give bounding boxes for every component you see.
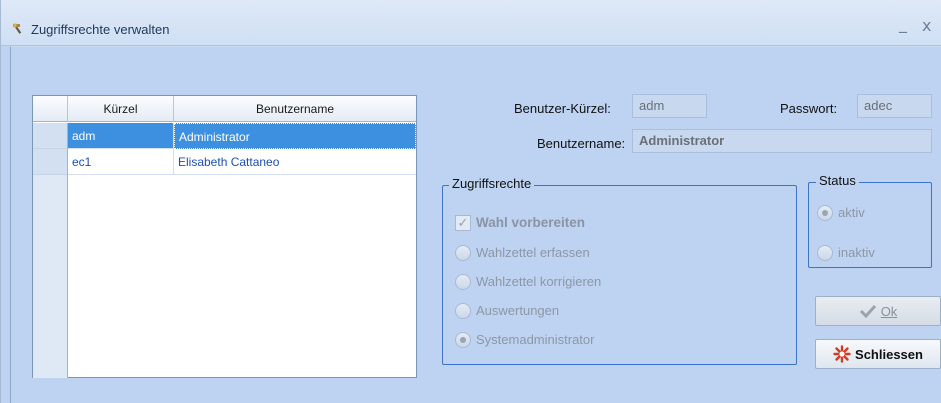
zugriffsrechte-title: Zugriffsrechte	[449, 176, 535, 191]
cell-kuerzel[interactable]: ec1	[68, 149, 174, 175]
row-indicator[interactable]	[33, 149, 68, 175]
cell-kuerzel[interactable]: adm	[68, 123, 174, 149]
radio-inaktiv[interactable]: inaktiv	[817, 244, 917, 262]
kuerzel-label: Benutzer-Kürzel:	[514, 101, 611, 116]
radio-wahlzettel-korrigieren[interactable]: Wahlzettel korrigieren	[455, 273, 635, 291]
sparkle-icon	[833, 345, 851, 363]
benutzername-field[interactable]: Administrator	[632, 129, 932, 153]
status-title: Status	[816, 173, 859, 188]
table-row[interactable]: ec1 Elisabeth Cattaneo	[33, 149, 416, 175]
user-grid[interactable]: Kürzel Benutzername adm Administrator ec…	[32, 95, 417, 378]
passwort-field[interactable]: adec	[857, 94, 932, 118]
row-indicator-header	[33, 96, 68, 122]
cell-benutzername[interactable]: Administrator	[174, 123, 416, 149]
cell-benutzername[interactable]: Elisabeth Cattaneo	[174, 149, 416, 175]
passwort-label: Passwort:	[780, 101, 838, 116]
checkmark-icon: ✓	[455, 215, 471, 231]
kuerzel-field[interactable]: adm	[632, 94, 707, 118]
ok-label: Ok	[880, 303, 898, 319]
wahl-vorbereiten-checkbox[interactable]: ✓ Wahl vorbereiten	[455, 214, 635, 232]
column-header-benutzername[interactable]: Benutzername	[174, 96, 416, 122]
window-title: Zugriffsrechte verwalten	[31, 22, 170, 37]
radio-auswertungen[interactable]: Auswertungen	[455, 302, 635, 320]
close-window-button[interactable]: x	[922, 16, 931, 35]
radio-icon	[455, 332, 471, 348]
title-bar[interactable]: Zugriffsrechte verwalten _ x	[1, 0, 941, 46]
row-indicator[interactable]	[33, 123, 68, 149]
ok-button[interactable]: Ok	[815, 296, 941, 326]
radio-icon	[455, 245, 471, 261]
dialog-window: Zugriffsrechte verwalten _ x Kürzel Benu…	[0, 0, 941, 403]
radio-aktiv[interactable]: aktiv	[817, 204, 917, 222]
column-header-kuerzel[interactable]: Kürzel	[68, 96, 174, 122]
grid-header: Kürzel Benutzername	[33, 96, 416, 122]
radio-icon	[455, 274, 471, 290]
key-icon	[13, 23, 22, 34]
radio-icon	[817, 245, 833, 261]
benutzername-label: Benutzername:	[537, 136, 626, 151]
checkmark-icon	[859, 304, 876, 318]
minimize-button[interactable]: _	[899, 14, 907, 33]
radio-systemadministrator[interactable]: Systemadministrator	[455, 331, 635, 349]
close-button[interactable]: Schliessen	[815, 339, 941, 369]
radio-icon	[455, 303, 471, 319]
radio-icon	[817, 205, 833, 221]
radio-wahlzettel-erfassen[interactable]: Wahlzettel erfassen	[455, 244, 635, 262]
table-row[interactable]: adm Administrator	[33, 123, 416, 149]
close-label: Schliessen	[855, 346, 923, 362]
